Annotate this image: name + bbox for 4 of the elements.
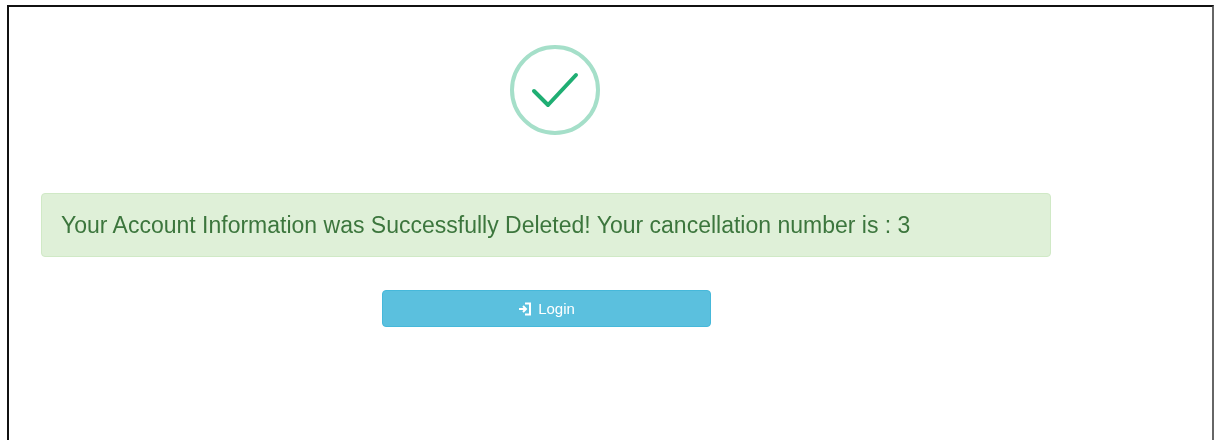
login-button[interactable]: Login [382, 290, 711, 327]
success-message: Your Account Information was Successfully Deleted! Your cancellation number is : 3 [61, 211, 911, 239]
success-check-icon [509, 44, 601, 136]
login-icon [518, 301, 533, 316]
